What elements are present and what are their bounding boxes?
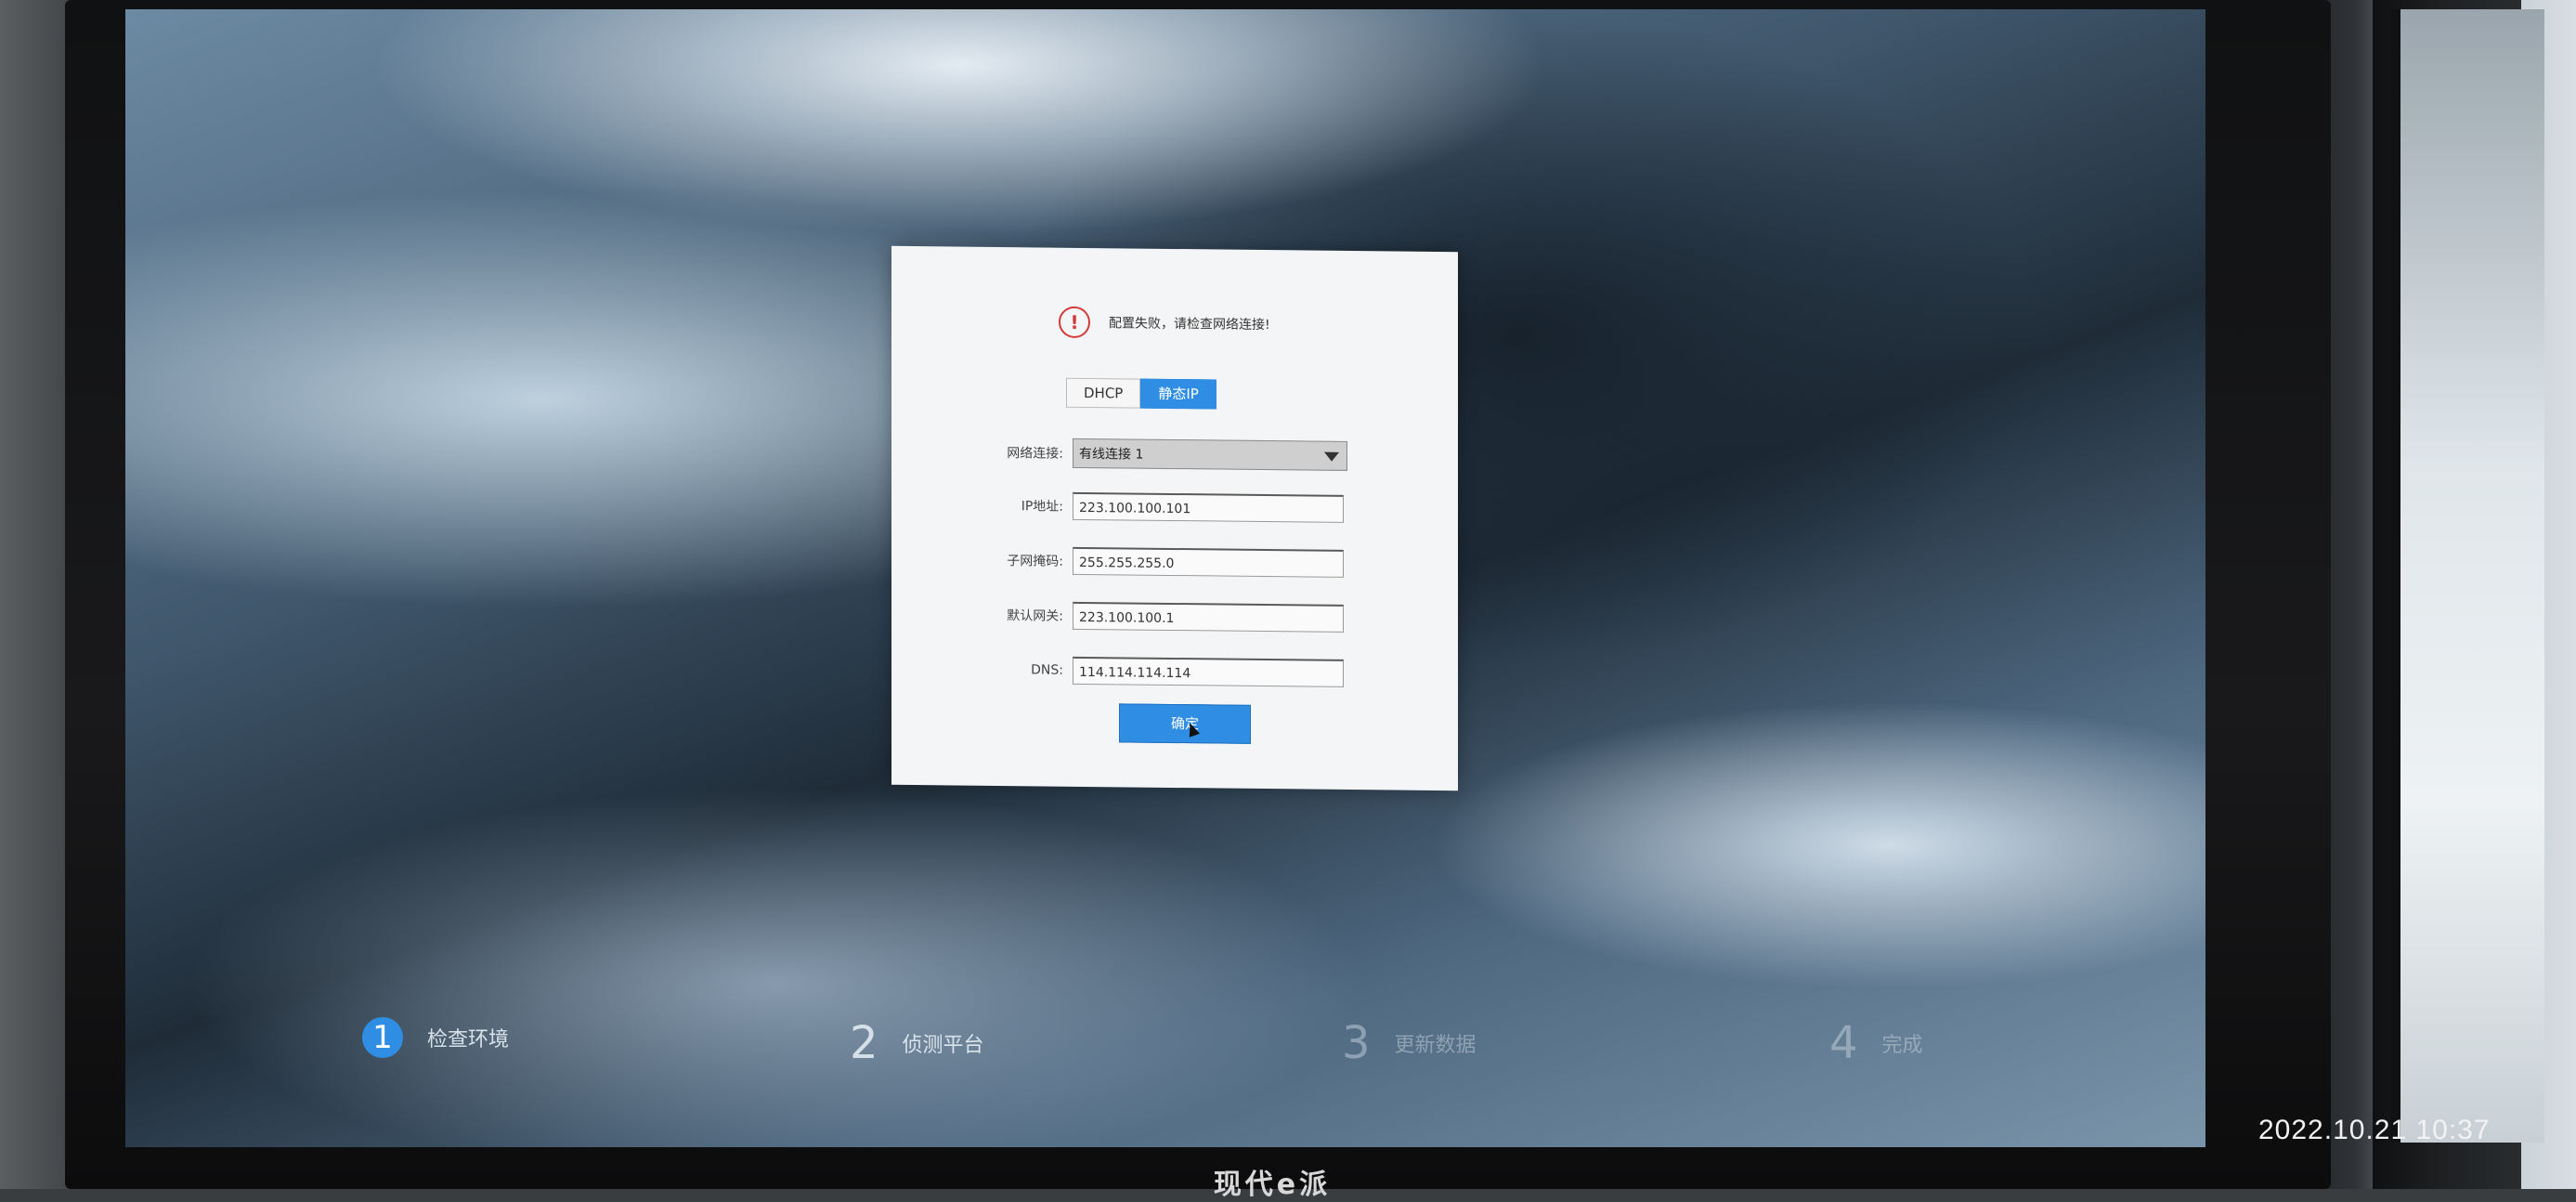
step-label: 检查环境 [427,1028,510,1052]
network-connection-select[interactable]: 有线连接 1 [1073,438,1347,471]
confirm-button[interactable]: 确定 [1119,703,1251,744]
photo-timestamp: 2022.10.21 10:37 [2258,1115,2491,1145]
tab-dhcp[interactable]: DHCP [1066,377,1141,409]
dns-label: DNS: [1031,662,1063,678]
tab-static-ip[interactable]: 静态IP [1140,378,1216,410]
gateway-label: 默认网关: [1007,608,1063,624]
network-connection-label: 网络连接: [1007,446,1063,462]
step-label: 侦测平台 [902,1034,984,1057]
step-3: 3 更新数据 [1342,1017,1477,1069]
step-label: 更新数据 [1394,1034,1477,1057]
desktop-screen: ! 配置失败，请检查网络连接! DHCP 静态IP 网络连接: 有线连接 1 I… [125,9,2205,1147]
dns-input[interactable]: 114.114.114.114 [1073,656,1344,687]
gateway-input[interactable]: 223.100.100.1 [1073,601,1344,633]
step-number: 3 [1342,1017,1371,1069]
status-message: ! 配置失败，请检查网络连接! [1059,304,1270,343]
network-config-dialog: ! 配置失败，请检查网络连接! DHCP 静态IP 网络连接: 有线连接 1 I… [891,245,1458,791]
status-text: 配置失败，请检查网络连接! [1109,316,1270,333]
network-connection-value: 有线连接 1 [1079,446,1144,463]
step-label: 完成 [1881,1034,1923,1057]
subnet-mask-row: 子网掩码: 255.255.255.0 [966,546,1344,578]
second-monitor-screen [2391,9,2544,1143]
ip-address-input[interactable]: 223.100.100.101 [1073,491,1344,523]
step-4: 4 完成 [1829,1017,1923,1069]
ip-address-label: IP地址: [1021,499,1063,515]
step-number: 4 [1829,1017,1858,1069]
network-connection-row: 网络连接: 有线连接 1 [966,438,1347,471]
step-1: 1 检查环境 [362,1017,509,1058]
subnet-mask-label: 子网掩码: [1007,554,1063,569]
chevron-down-icon [1324,451,1339,462]
mode-tabs: DHCP 静态IP [1066,377,1216,410]
step-number: 2 [850,1017,878,1069]
monitor-brand-logo: 现代e派 [1213,1169,1332,1201]
ip-address-row: IP地址: 223.100.100.101 [966,491,1344,523]
dns-row: DNS: 114.114.114.114 [966,656,1344,687]
warning-icon: ! [1059,306,1090,339]
step-number: 1 [362,1017,403,1058]
step-2: 2 侦测平台 [850,1017,984,1069]
gateway-row: 默认网关: 223.100.100.1 [966,601,1344,633]
subnet-mask-input[interactable]: 255.255.255.0 [1073,546,1344,578]
setup-steps: 1 检查环境 2 侦测平台 3 更新数据 4 完成 [125,1017,2205,1082]
